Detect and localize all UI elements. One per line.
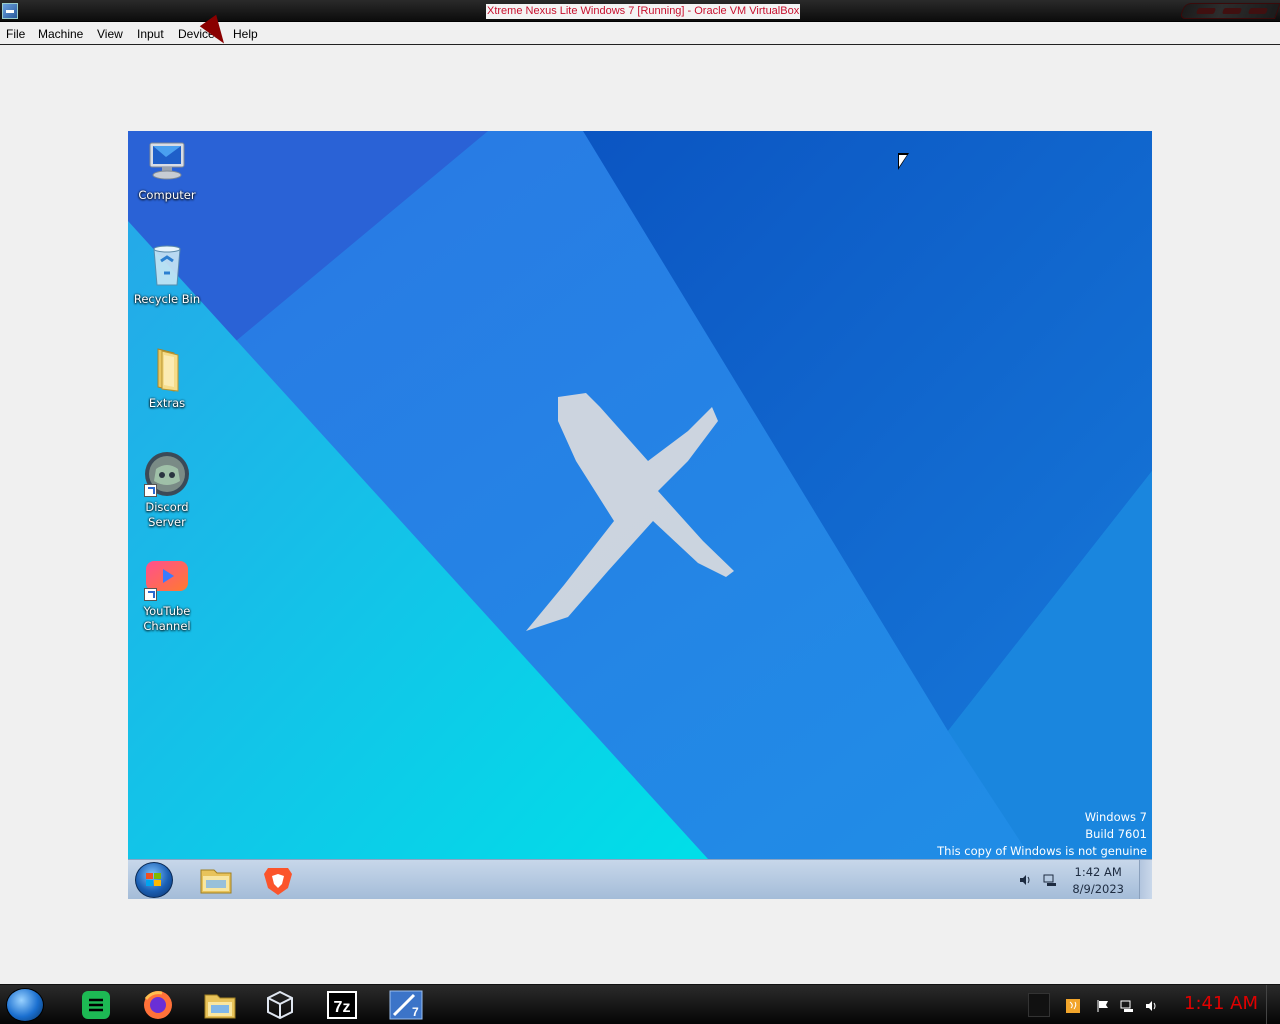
desktop-icon-label: Computer bbox=[138, 188, 196, 202]
computer-icon bbox=[144, 139, 190, 185]
desktop-icon-extras[interactable]: Extras bbox=[128, 347, 206, 411]
desktop-icon-youtube-channel[interactable]: YouTube Channel bbox=[128, 555, 206, 634]
menu-bar: File Machine View Input Devices Help bbox=[0, 23, 1280, 45]
discord-icon bbox=[144, 451, 190, 497]
network-icon[interactable] bbox=[1043, 873, 1057, 887]
host-clock[interactable]: 1:41 AM bbox=[1184, 993, 1258, 1015]
flag-icon[interactable] bbox=[1096, 999, 1110, 1013]
desktop-icon-label: YouTube Channel bbox=[143, 604, 191, 633]
window-controls[interactable] bbox=[1179, 3, 1280, 19]
start-orb[interactable] bbox=[6, 988, 44, 1022]
menu-input[interactable]: Input bbox=[137, 27, 164, 41]
menu-view[interactable]: View bbox=[97, 27, 123, 41]
svg-text:7: 7 bbox=[412, 1005, 419, 1019]
start-orb[interactable] bbox=[135, 862, 173, 898]
folder-icon bbox=[144, 347, 190, 393]
desktop-icon-label: Discord Server bbox=[145, 500, 189, 529]
file-explorer-icon[interactable] bbox=[198, 989, 242, 1021]
volume-icon[interactable] bbox=[1018, 873, 1032, 887]
brave-browser-icon[interactable] bbox=[254, 862, 302, 898]
tray-overflow[interactable] bbox=[1028, 993, 1050, 1017]
host-taskbar: 7z 7 1:41 AM bbox=[0, 984, 1280, 1024]
windows-flag-icon bbox=[146, 873, 162, 887]
7zip-icon[interactable]: 7z bbox=[320, 989, 364, 1021]
desktop-icon-recycle-bin[interactable]: Recycle Bin bbox=[128, 243, 206, 307]
menu-help[interactable]: Help bbox=[233, 27, 258, 41]
guest-time: 1:42 AM bbox=[1074, 865, 1122, 879]
watermark-genuine: This copy of Windows is not genuine bbox=[937, 844, 1147, 858]
svg-text:7z: 7z bbox=[334, 999, 351, 1016]
shortcut-arrow-icon bbox=[144, 484, 157, 497]
java-icon[interactable] bbox=[1066, 999, 1080, 1013]
virtualbox-icon[interactable] bbox=[2, 3, 18, 19]
watermark-build: Build 7601 bbox=[1085, 827, 1147, 841]
file-explorer-icon[interactable] bbox=[192, 862, 240, 898]
youtube-icon bbox=[144, 555, 190, 601]
recycle-bin-icon bbox=[144, 243, 190, 289]
guest-mouse-cursor-icon bbox=[898, 153, 909, 170]
spotify-icon[interactable] bbox=[74, 989, 118, 1021]
network-icon[interactable] bbox=[1120, 999, 1134, 1013]
watermark-os: Windows 7 bbox=[1084, 810, 1147, 824]
windows-watermark: Windows 7 Build 7601 This copy of Window… bbox=[937, 809, 1147, 860]
shortcut-arrow-icon bbox=[144, 588, 157, 601]
volume-icon[interactable] bbox=[1144, 999, 1158, 1013]
guest-clock[interactable]: 1:42 AM 8/9/2023 bbox=[1072, 864, 1124, 898]
window-title: Xtreme Nexus Lite Windows 7 [Running] - … bbox=[486, 4, 801, 19]
desktop-icon-label: Recycle Bin bbox=[133, 292, 201, 306]
guest-taskbar: 1:42 AM 8/9/2023 bbox=[128, 859, 1152, 899]
windows7-tool-icon[interactable]: 7 bbox=[384, 989, 428, 1021]
show-desktop-button[interactable] bbox=[1266, 985, 1280, 1024]
virtualbox-icon[interactable] bbox=[258, 989, 302, 1021]
show-desktop-button[interactable] bbox=[1139, 860, 1152, 899]
desktop-wallpaper bbox=[128, 131, 1152, 899]
desktop-icon-computer[interactable]: Computer bbox=[128, 139, 206, 203]
host-title-bar: Xtreme Nexus Lite Windows 7 [Running] - … bbox=[0, 0, 1280, 22]
desktop-icon-label: Extras bbox=[148, 396, 186, 410]
menu-file[interactable]: File bbox=[6, 27, 25, 41]
vm-display[interactable]: Computer Recycle Bin Extras Discord Serv… bbox=[128, 131, 1152, 899]
firefox-icon[interactable] bbox=[136, 989, 180, 1021]
desktop-icon-discord-server[interactable]: Discord Server bbox=[128, 451, 206, 530]
menu-machine[interactable]: Machine bbox=[38, 27, 83, 41]
guest-date: 8/9/2023 bbox=[1072, 882, 1124, 896]
